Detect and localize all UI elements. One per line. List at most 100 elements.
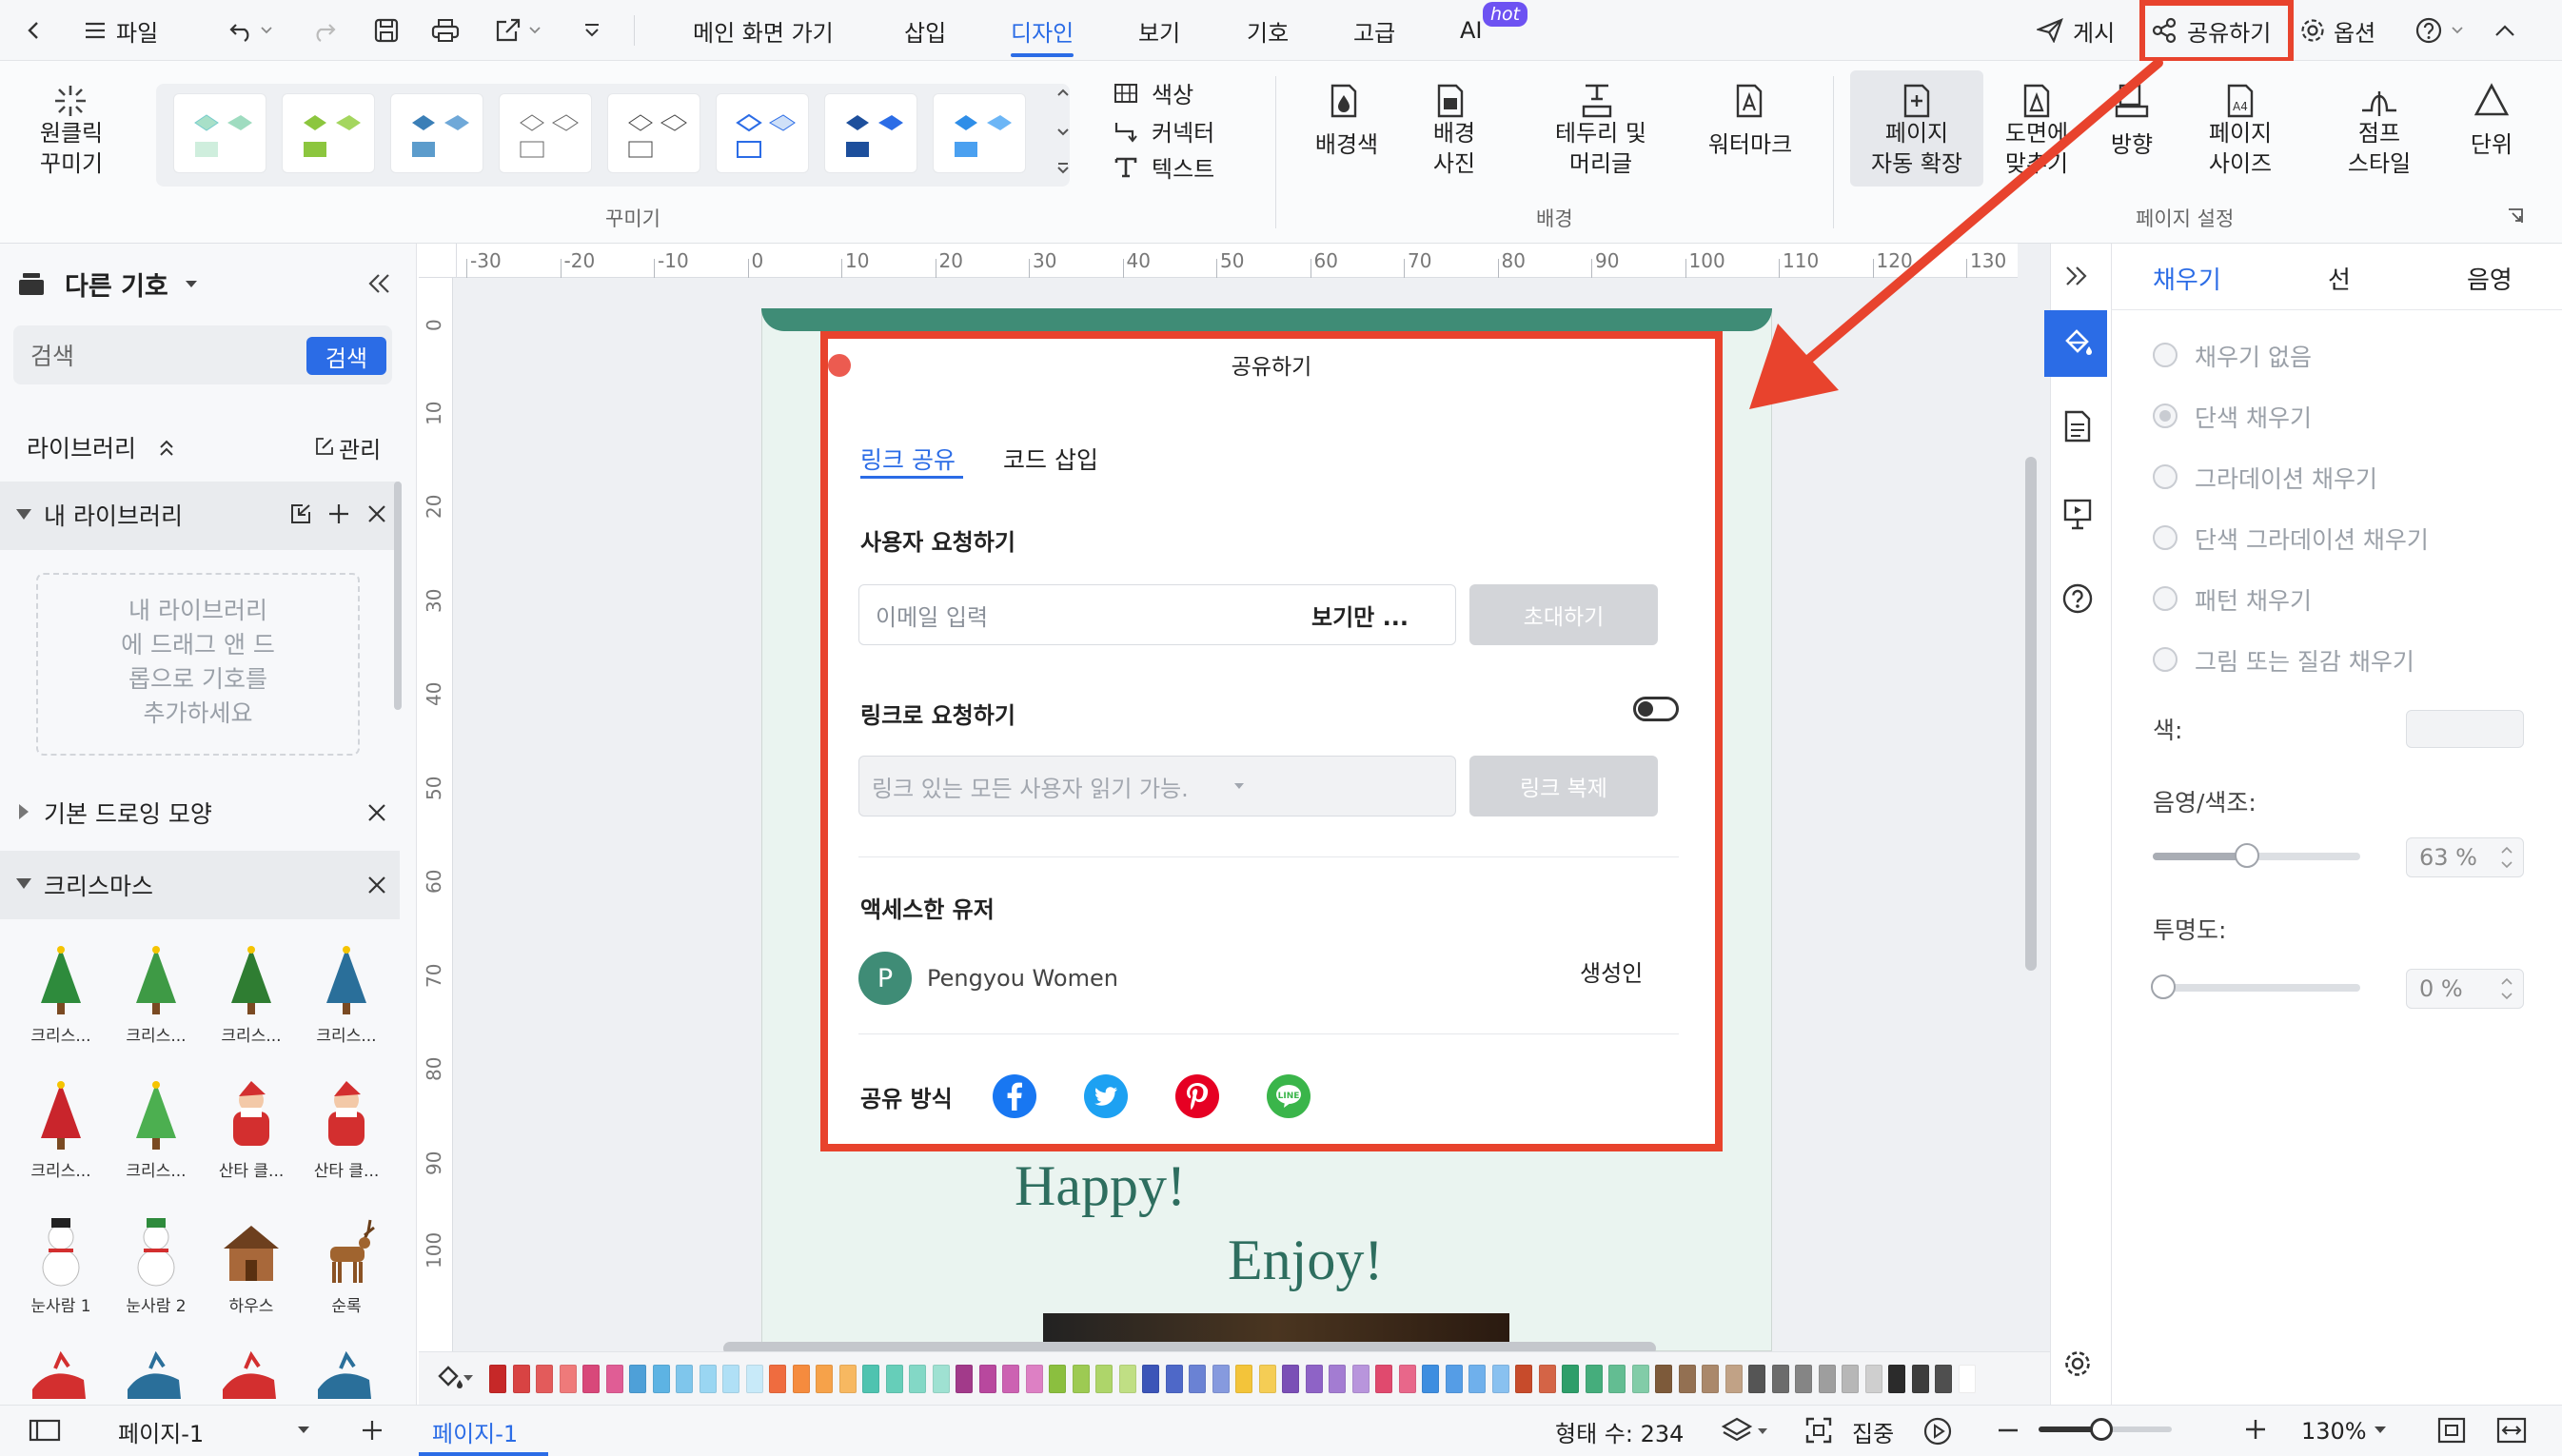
permission-select[interactable]: 보기만 ... xyxy=(1311,584,1409,645)
color-swatch[interactable] xyxy=(1422,1365,1439,1393)
back-icon[interactable] xyxy=(17,13,51,48)
symbol-item[interactable]: 크리스... xyxy=(303,944,390,1046)
tab-view[interactable]: 보기 xyxy=(1138,0,1180,61)
color-swatch[interactable] xyxy=(1398,1365,1416,1393)
tab-embed-code[interactable]: 코드 삽입 xyxy=(1003,442,1098,476)
page-panel-toggle-icon[interactable] xyxy=(29,1418,61,1443)
symbol-item[interactable]: 크리스... xyxy=(112,1079,200,1181)
layers-icon[interactable] xyxy=(1721,1416,1753,1445)
undo-icon[interactable] xyxy=(225,13,259,48)
collapse-ribbon-icon[interactable] xyxy=(2488,13,2522,48)
close-icon[interactable] xyxy=(365,801,388,824)
manage-button[interactable]: 관리 xyxy=(339,428,381,466)
expand-panel-icon[interactable] xyxy=(2063,265,2090,287)
color-picker[interactable] xyxy=(2406,710,2524,748)
email-input[interactable]: 이메일 입력 xyxy=(876,584,988,645)
color-swatch[interactable] xyxy=(1235,1365,1252,1393)
color-swatch[interactable] xyxy=(1189,1365,1206,1393)
basic-shapes-title[interactable]: 기본 드로잉 모양 xyxy=(44,792,212,834)
symbol-item-partial[interactable] xyxy=(122,1351,188,1399)
color-swatch[interactable] xyxy=(1724,1365,1743,1393)
help-dropdown-icon[interactable] xyxy=(2448,13,2467,48)
tab-advanced[interactable]: 고급 xyxy=(1353,0,1395,61)
tab-insert[interactable]: 삽입 xyxy=(904,0,946,61)
theme-2[interactable] xyxy=(282,93,375,173)
invite-button[interactable]: 초대하기 xyxy=(1469,584,1658,645)
fill-single-gradient-radio[interactable] xyxy=(2153,525,2178,550)
color-swatch[interactable] xyxy=(722,1365,739,1393)
transparency-stepper-icon[interactable] xyxy=(2501,974,2513,1003)
bg-color-button[interactable]: 배경색 xyxy=(1294,129,1399,160)
color-swatch[interactable] xyxy=(1329,1365,1346,1393)
theme-7[interactable] xyxy=(824,93,917,173)
add-icon[interactable] xyxy=(327,502,350,525)
tab-ai[interactable]: AI xyxy=(1460,0,1483,61)
color-swatch[interactable] xyxy=(1935,1365,1952,1393)
close-icon[interactable] xyxy=(365,874,388,896)
color-swatch[interactable] xyxy=(512,1365,530,1393)
collapse-panel-icon[interactable] xyxy=(365,272,392,295)
color-swatch[interactable] xyxy=(1491,1365,1509,1393)
color-swatch[interactable] xyxy=(1655,1365,1672,1393)
enjoy-text[interactable]: Enjoy! xyxy=(1228,1228,1383,1293)
symbol-item[interactable]: 산타 클... xyxy=(207,1079,295,1181)
tab-fill[interactable]: 채우기 xyxy=(2153,249,2221,306)
search-button[interactable]: 검색 xyxy=(306,337,386,375)
tab-symbols[interactable]: 기호 xyxy=(1247,0,1289,61)
color-swatch[interactable] xyxy=(676,1365,693,1393)
import-icon[interactable] xyxy=(289,502,312,525)
color-swatch[interactable] xyxy=(1888,1365,1905,1393)
symbol-item[interactable]: 크리스... xyxy=(17,944,105,1046)
fill-solid-radio[interactable] xyxy=(2153,403,2178,428)
color-swatch[interactable] xyxy=(816,1365,833,1393)
gallery-expand-icon[interactable] xyxy=(1056,162,1070,175)
publish-button[interactable]: 게시 xyxy=(2073,0,2115,61)
facebook-icon[interactable] xyxy=(992,1073,1037,1119)
share-button[interactable]: 공유하기 xyxy=(2187,0,2271,61)
color-swatch[interactable] xyxy=(1515,1365,1532,1393)
redo-icon[interactable] xyxy=(306,13,341,48)
color-swatch[interactable] xyxy=(792,1365,810,1393)
happy-text[interactable]: Happy! xyxy=(1015,1153,1186,1219)
color-scheme-button[interactable]: 색상 xyxy=(1152,80,1193,110)
shade-stepper-icon[interactable] xyxy=(2501,843,2513,872)
fill-picture-radio[interactable] xyxy=(2153,647,2178,672)
color-swatch[interactable] xyxy=(629,1365,646,1393)
shade-value-input[interactable]: 63 % xyxy=(2419,837,2477,877)
color-swatch[interactable] xyxy=(652,1365,670,1393)
settings-gear-icon[interactable] xyxy=(2063,1349,2092,1378)
symbol-item[interactable]: 눈사람 1 xyxy=(17,1214,105,1316)
page-setup-launcher-icon[interactable] xyxy=(2507,207,2524,225)
close-icon[interactable] xyxy=(365,502,388,525)
menu-icon[interactable] xyxy=(78,13,112,48)
page-properties-icon[interactable] xyxy=(2061,409,2094,443)
zoom-slider-handle[interactable] xyxy=(2090,1418,2113,1441)
transparency-value-input[interactable]: 0 % xyxy=(2419,969,2463,1009)
color-swatch[interactable] xyxy=(838,1365,857,1393)
christmas-toggle-icon[interactable] xyxy=(15,877,32,891)
jump-style-button[interactable]: 점프 스타일 xyxy=(2330,118,2429,179)
palette-dropdown-icon[interactable] xyxy=(463,1374,474,1382)
page-selector-dropdown-icon[interactable] xyxy=(297,1426,310,1435)
color-swatch[interactable] xyxy=(1608,1365,1626,1393)
color-swatch[interactable] xyxy=(862,1365,879,1393)
pinterest-icon[interactable] xyxy=(1174,1073,1220,1119)
symbol-item[interactable]: 크리스... xyxy=(112,944,200,1046)
zoom-out-icon[interactable] xyxy=(1997,1427,2020,1433)
color-swatch[interactable] xyxy=(1958,1365,1976,1393)
color-swatch[interactable] xyxy=(1748,1365,1765,1393)
color-swatch[interactable] xyxy=(1585,1365,1603,1393)
color-swatch[interactable] xyxy=(1631,1365,1649,1393)
presentation-icon[interactable] xyxy=(2061,497,2094,531)
border-header-button[interactable]: 테두리 및 머리글 xyxy=(1536,118,1665,179)
color-swatch[interactable] xyxy=(1771,1365,1789,1393)
theme-5[interactable] xyxy=(607,93,700,173)
symbol-item[interactable]: 크리스... xyxy=(17,1079,105,1181)
color-swatch[interactable] xyxy=(559,1365,577,1393)
file-menu[interactable]: 파일 xyxy=(116,0,158,61)
color-swatch[interactable] xyxy=(605,1365,623,1393)
color-swatch[interactable] xyxy=(745,1365,763,1393)
color-swatch[interactable] xyxy=(885,1365,903,1393)
color-swatch[interactable] xyxy=(1842,1365,1859,1393)
copy-link-button[interactable]: 링크 복제 xyxy=(1469,756,1658,817)
